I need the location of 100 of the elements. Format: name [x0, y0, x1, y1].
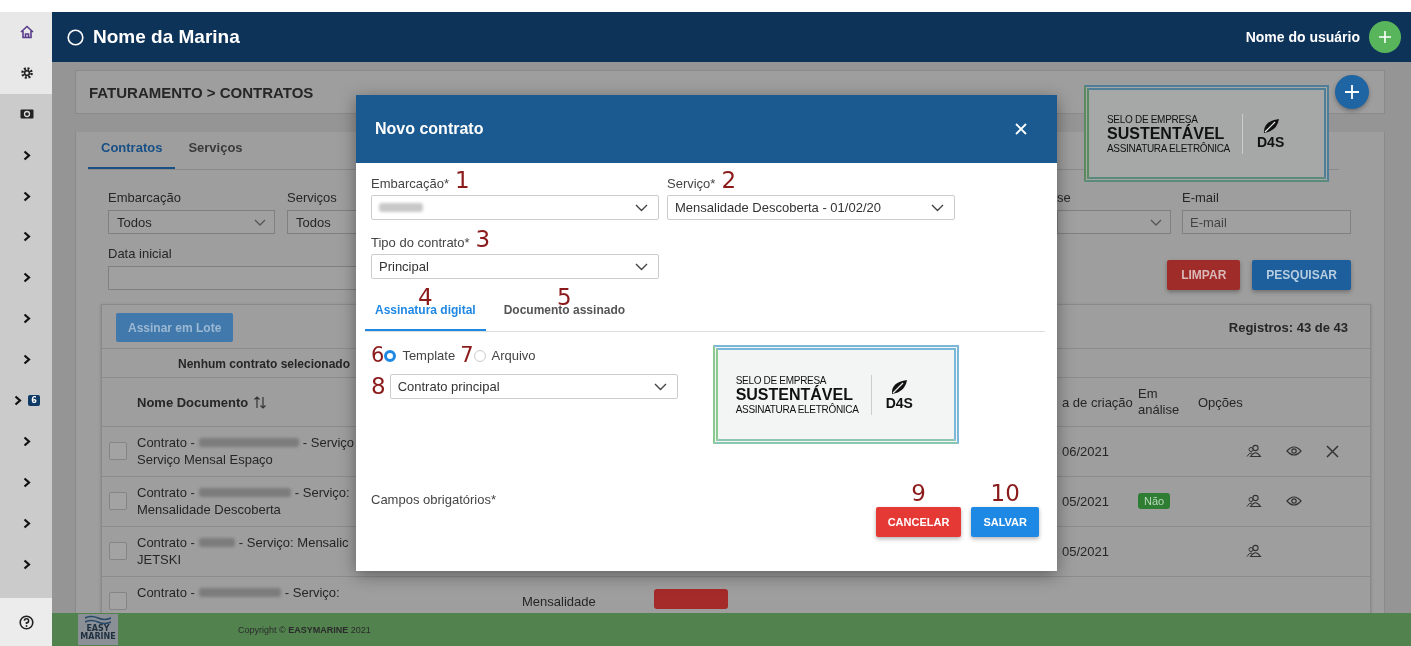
column-header[interactable]: Nome Documento	[137, 394, 249, 410]
status-badge: Não	[1138, 493, 1171, 509]
document-name: - Serviço:	[284, 585, 340, 600]
close-icon	[1015, 123, 1027, 135]
document-name: - Serviço	[302, 435, 355, 450]
filter-label: Embarcação	[108, 190, 182, 205]
document-name: Contrato -	[137, 435, 195, 450]
marina-name: Nome da Marina	[93, 26, 240, 48]
table-cell: 05/2021	[1062, 543, 1109, 559]
plus-icon	[1344, 84, 1360, 100]
seal-brand: D4S	[1257, 133, 1285, 150]
action-button[interactable]: SALVAR	[971, 507, 1039, 537]
field-label: Embarcação*	[371, 176, 450, 191]
user-name[interactable]: Nome do usuário	[1245, 29, 1360, 45]
eye-icon[interactable]	[1286, 495, 1302, 507]
document-name: Contrato -	[137, 585, 195, 600]
table-cell: 05/2021	[1062, 493, 1109, 509]
action-button[interactable]: LIMPAR	[1167, 260, 1241, 290]
leaf-icon	[890, 378, 909, 395]
seal-text: SUSTENTÁVEL	[1107, 124, 1226, 142]
column-header: a de criação	[1062, 394, 1134, 410]
radio-label[interactable]: Template	[402, 348, 456, 363]
chevron-right-icon[interactable]	[23, 558, 31, 570]
people-icon[interactable]	[1246, 544, 1262, 558]
tab[interactable]: Serviços	[175, 132, 256, 169]
banknote-icon[interactable]	[20, 108, 34, 121]
select-field[interactable]: Contrato principal	[389, 374, 678, 399]
breadcrumb: FATURAMENTO > CONTRATOS	[89, 83, 314, 101]
radio-label[interactable]: Arquivo	[491, 348, 536, 363]
document-name: - Serviço: Mensalic	[238, 535, 349, 550]
help-icon[interactable]	[18, 614, 34, 630]
action-button[interactable]: PESQUISAR	[1252, 260, 1351, 290]
company-logo: EASY MARINE	[78, 614, 118, 645]
required-note: Campos obrigatórios*	[371, 492, 496, 507]
records-count: Registros: 43 de 43	[1228, 320, 1348, 335]
annotation-number: 2	[721, 169, 737, 192]
chevron-right-icon[interactable]	[23, 354, 31, 366]
annotation-number: 3	[475, 228, 491, 251]
filter-label: Data inicial	[108, 246, 173, 261]
chevron-right-icon[interactable]	[14, 394, 23, 406]
caret-icon	[635, 262, 648, 271]
annotation-number: 1	[455, 169, 470, 192]
field-label: Serviço*	[667, 176, 716, 191]
sort-icon[interactable]	[254, 395, 267, 409]
select-field[interactable]	[1057, 210, 1171, 234]
chevron-right-icon[interactable]	[23, 313, 31, 325]
home-icon[interactable]	[20, 25, 34, 40]
row-checkbox[interactable]	[109, 492, 127, 510]
chevron-right-icon[interactable]	[23, 517, 31, 529]
tab[interactable]: Contratos	[88, 132, 176, 169]
document-name: Serviço Mensal Espaço	[137, 452, 274, 467]
chevron-right-icon[interactable]	[23, 476, 31, 488]
plus-icon	[1378, 30, 1392, 44]
selection-note: Nenhum contrato selecionado	[178, 357, 351, 371]
circle-icon	[67, 28, 84, 46]
close-button[interactable]	[1013, 121, 1029, 137]
seal-text: SELO DE EMPRESA	[735, 374, 827, 386]
settings-icon[interactable]	[20, 66, 34, 81]
row-checkbox[interactable]	[109, 592, 127, 610]
filter-label: se	[1057, 190, 1072, 205]
copyright-text: Copyright © EASYMARINE 2021	[238, 624, 371, 635]
blurred-text	[198, 538, 235, 547]
filter-label: Serviços	[287, 190, 338, 205]
column-header: Em análise	[1138, 386, 1181, 418]
people-icon[interactable]	[1246, 494, 1262, 508]
annotation-number: 7	[460, 345, 474, 366]
leaf-icon	[1261, 117, 1280, 134]
document-name: Contrato -	[137, 535, 195, 550]
seal-text: SUSTENTÁVEL	[735, 385, 854, 403]
caret-icon	[653, 382, 667, 391]
close-icon[interactable]	[1326, 444, 1339, 458]
document-name: JETSKI	[137, 552, 183, 567]
annotation-number: 6	[371, 345, 385, 366]
annotation-number: 8	[371, 375, 386, 398]
annotation-number: 9	[911, 482, 926, 505]
row-checkbox[interactable]	[109, 442, 127, 460]
table-cell: Mensalidade	[522, 593, 596, 609]
action-button[interactable]: CANCELAR	[875, 507, 962, 537]
add-button[interactable]	[1369, 21, 1401, 53]
chevron-right-icon[interactable]	[23, 272, 31, 284]
row-checkbox[interactable]	[109, 542, 127, 560]
document-name: Mensalidade Descoberta	[137, 502, 282, 517]
people-icon[interactable]	[1246, 444, 1262, 458]
email-field[interactable]: E-mail	[1182, 210, 1351, 234]
select-field[interactable]	[371, 195, 659, 220]
chevron-right-icon[interactable]	[23, 190, 31, 202]
table-cell: 06/2021	[1062, 443, 1109, 459]
caret-icon	[254, 218, 266, 226]
dialog-title: Novo contrato	[375, 120, 484, 138]
seal-text: ASSINATURA ELETRÔNICA	[735, 403, 859, 415]
select-field[interactable]: Principal	[371, 254, 659, 279]
select-field[interactable]: Mensalidade Descoberta - 01/02/20	[667, 195, 955, 220]
chevron-right-icon[interactable]	[23, 231, 31, 243]
select-field[interactable]: Todos	[108, 210, 275, 234]
seal-text: ASSINATURA ELETRÔNICA	[1107, 142, 1230, 154]
chevron-right-icon[interactable]	[23, 149, 31, 161]
chevron-right-icon[interactable]	[23, 435, 31, 447]
eye-icon[interactable]	[1286, 445, 1302, 457]
radio-button[interactable]	[384, 349, 397, 362]
column-header: Opções	[1198, 394, 1244, 410]
